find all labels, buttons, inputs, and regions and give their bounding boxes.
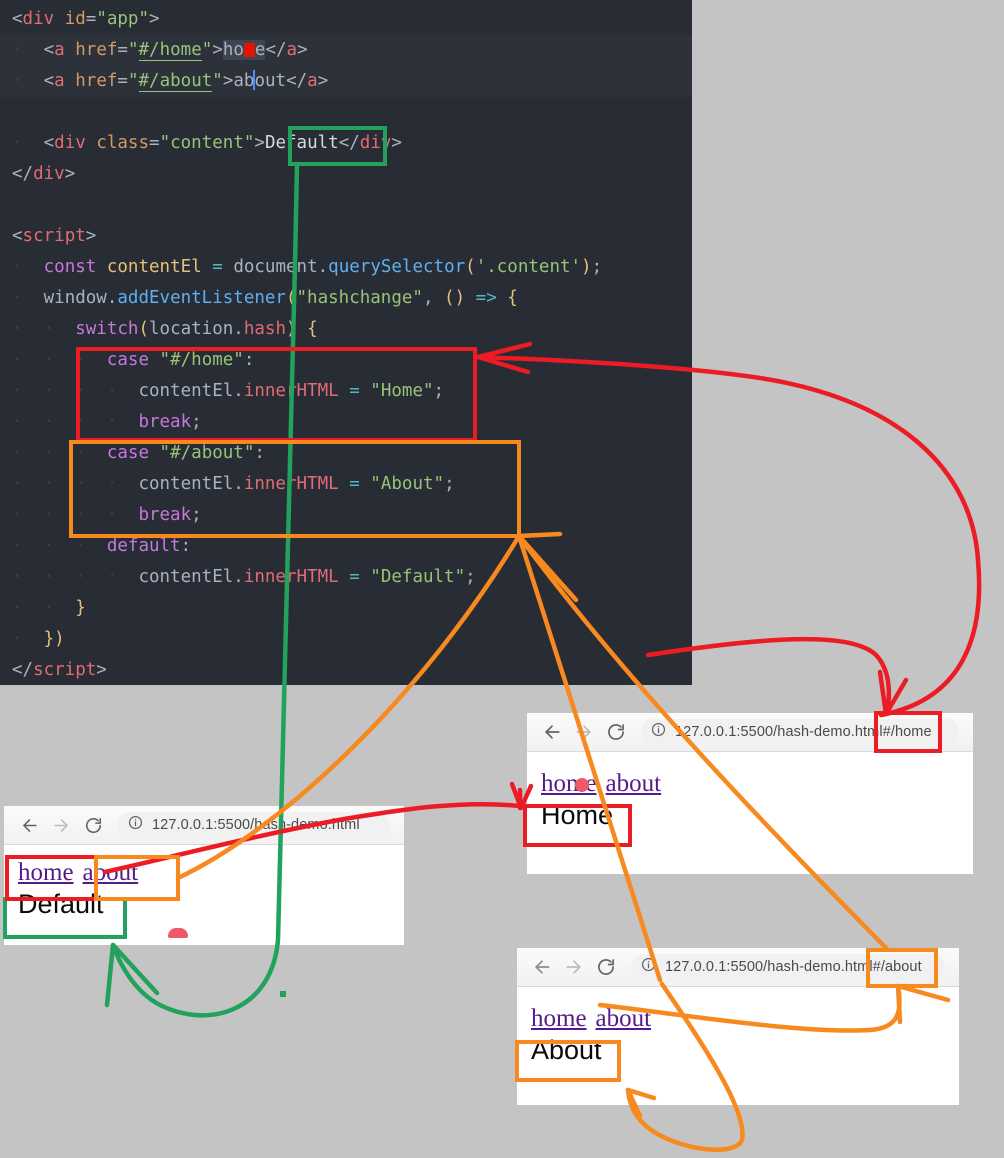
page-viewport: home about About — [517, 987, 959, 1105]
code-editor-panel[interactable]: <div id="app"> · <a href="#/home">ho e</a… — [0, 0, 692, 685]
address-bar-url: 127.0.0.1:5500/hash-demo.html — [152, 817, 360, 833]
address-bar-url: 127.0.0.1:5500/hash-demo.html#/home — [675, 724, 932, 740]
reload-icon[interactable] — [603, 719, 629, 745]
code-line: </div> — [12, 164, 76, 184]
page-content-text: Default — [18, 889, 104, 919]
page-nav-links: home about — [18, 859, 390, 887]
page-viewport: home about Home — [527, 752, 973, 874]
address-bar-url: 127.0.0.1:5500/hash-demo.html#/about — [665, 959, 922, 975]
page-nav-links: home about — [541, 770, 959, 798]
browser-toolbar: 127.0.0.1:5500/hash-demo.html#/about — [517, 948, 959, 987]
browser-window-about[interactable]: 127.0.0.1:5500/hash-demo.html#/about hom… — [517, 948, 959, 1105]
reload-icon[interactable] — [80, 812, 106, 838]
browser-window-home[interactable]: 127.0.0.1:5500/hash-demo.html#/home home… — [527, 713, 973, 874]
reload-icon[interactable] — [593, 954, 619, 980]
code-line: <div id="app"> — [12, 9, 160, 29]
red-arrowhead-home-hash — [877, 669, 909, 717]
page-link-home[interactable]: home — [531, 1005, 587, 1032]
code-line: <script> — [12, 226, 97, 246]
page-viewport: home about Default — [4, 845, 404, 945]
page-link-about[interactable]: about — [596, 1005, 652, 1032]
browser-window-default[interactable]: 127.0.0.1:5500/hash-demo.html home about … — [4, 806, 404, 945]
screenshot-root: <div id="app"> · <a href="#/home">ho e</a… — [0, 0, 1004, 1158]
page-content-text: Home — [541, 800, 614, 830]
arrow-right-icon[interactable] — [561, 954, 587, 980]
page-link-about[interactable]: about — [83, 859, 139, 886]
decorative-pink-blob — [168, 928, 188, 938]
code-line: · · } — [12, 598, 86, 618]
arrow-left-icon[interactable] — [539, 719, 565, 745]
arrow-left-icon[interactable] — [16, 812, 42, 838]
browser-toolbar: 127.0.0.1:5500/hash-demo.html#/home — [527, 713, 973, 752]
page-link-home[interactable]: home — [18, 859, 74, 886]
code-line: · · · · contentEl.innerHTML = "About"; — [12, 474, 455, 494]
arrow-right-icon[interactable] — [571, 719, 597, 745]
address-bar[interactable]: 127.0.0.1:5500/hash-demo.html#/about — [631, 954, 945, 980]
code-line: </script> — [12, 660, 107, 680]
code-line: · · · case "#/about": — [12, 443, 265, 463]
code-line: · const contentEl = document.querySelect… — [12, 257, 603, 277]
code-line: · · · · break; — [12, 412, 202, 432]
code-line: · · switch(location.hash) { — [12, 319, 318, 339]
code-content[interactable]: <div id="app"> · <a href="#/home">ho e</a… — [0, 4, 692, 685]
address-bar[interactable]: 127.0.0.1:5500/hash-demo.html — [118, 812, 390, 838]
address-bar[interactable]: 127.0.0.1:5500/hash-demo.html#/home — [641, 719, 959, 745]
info-circle-icon[interactable] — [651, 722, 666, 742]
page-content-text: About — [531, 1035, 602, 1065]
info-circle-icon[interactable] — [641, 957, 656, 977]
page-nav-links: home about — [531, 1005, 945, 1033]
code-line: · · · · contentEl.innerHTML = "Home"; — [12, 381, 445, 401]
code-line: · window.addEventListener("hashchange", … — [12, 288, 518, 308]
code-line: · <a href="#/about">about</a> — [0, 66, 692, 97]
code-line: · · · · break; — [12, 505, 202, 525]
decorative-pink-blob — [575, 778, 589, 792]
arrow-right-icon[interactable] — [48, 812, 74, 838]
code-line: · · · default: — [12, 536, 192, 556]
arrow-left-icon[interactable] — [529, 954, 555, 980]
code-line: · }) — [12, 629, 65, 649]
page-link-about[interactable]: about — [606, 770, 662, 797]
code-line: · · · · contentEl.innerHTML = "Default"; — [12, 567, 476, 587]
green-arrowhead — [104, 942, 160, 1008]
code-line: · <a href="#/home">ho e</a> — [0, 35, 692, 66]
code-line: · · · case "#/home": — [12, 350, 255, 370]
info-circle-icon[interactable] — [128, 815, 143, 835]
code-line: · <div class="content">Default</div> — [12, 133, 402, 153]
green-dot-marker — [280, 991, 286, 997]
browser-toolbar: 127.0.0.1:5500/hash-demo.html — [4, 806, 404, 845]
